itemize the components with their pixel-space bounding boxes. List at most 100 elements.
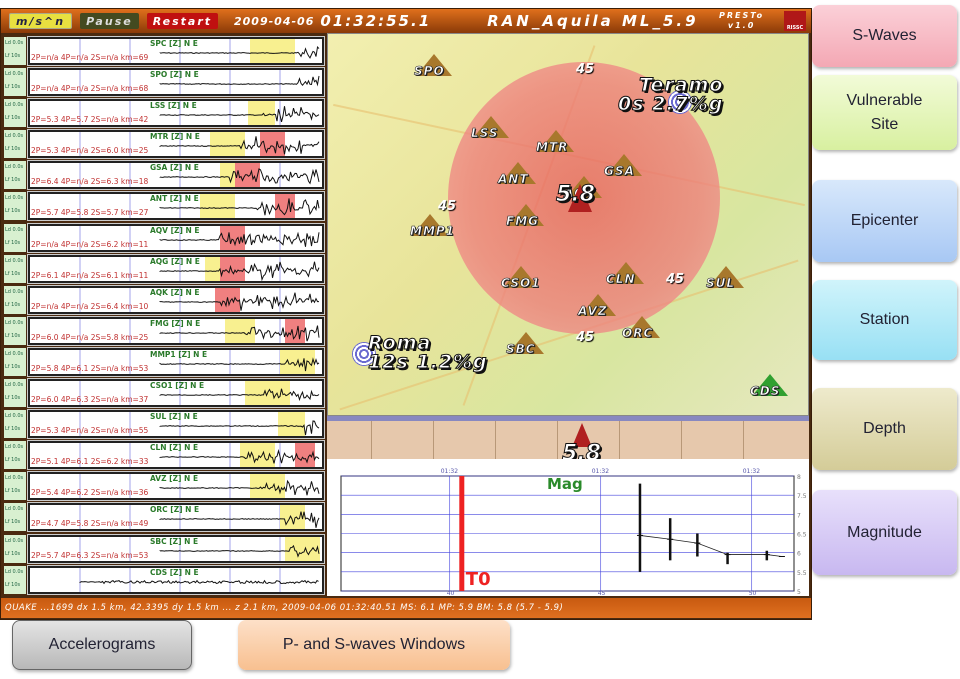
station-label: CSO1 [501,276,541,291]
ld-label: Ld 0.0s [5,288,24,295]
filter-label: Ld 0.0s Lf 10s [4,503,26,532]
waveform-trace[interactable]: AQK [Z] N E 2P=n/a 4P=n/a 2S=6.4 km=10 [27,284,325,315]
ld-label: Ld 0.0s [5,71,24,78]
accelerogram-row[interactable]: Ld 0.0s Lf 10s SPC [Z] N E 2P=n/a 4P=n/a 2… [4,36,326,68]
waveform-trace[interactable]: FMG [Z] N E 2P=6.0 4P=n/a 2S=5.8 km=25 [27,315,325,346]
accelerogram-row[interactable]: Ld 0.0s Lf 10s AVZ [Z] N E 2P=5.4 4P=6.2 2… [4,471,326,503]
p-wave-window [205,256,220,281]
accelerogram-row[interactable]: Ld 0.0s Lf 10s ANT [Z] N E 2P=5.7 4P=5.8 2… [4,191,326,223]
filter-label: Ld 0.0s Lf 10s [4,379,26,408]
app-name-text: PRESTo [719,11,765,20]
callout-accelerograms: Accelerograms [12,620,192,670]
t0-marker [459,476,465,591]
waveform-trace[interactable]: SBC [Z] N E 2P=5.7 4P=6.3 2S=n/a km=53 [27,533,325,564]
map-view[interactable]: SPO LSS MTR ANT AQV GSA FMG MMP1 CSO1 CLN SUL AVZ OR… [327,33,809,416]
accelerogram-row[interactable]: Ld 0.0s Lf 10s MMP1 [Z] N E 2P=5.8 4P=6.1 … [4,346,326,379]
accelerogram-row[interactable]: Ld 0.0s Lf 10s SPO [Z] N E 2P=n/a 4P=n/a 2… [4,67,326,99]
waveform-trace[interactable]: SPC [Z] N E 2P=n/a 4P=n/a 2S=n/a km=69 [27,36,325,66]
waveform-trace[interactable]: MTR [Z] N E 2P=5.3 4P=n/a 2S=6.0 km=25 [27,129,325,160]
restart-button[interactable]: Restart [146,13,218,29]
waveform [159,480,320,496]
depth-gridline [681,421,682,459]
waveform-trace[interactable]: ANT [Z] N E 2P=5.7 4P=5.8 2S=5.7 km=27 [27,191,325,222]
y-tick-label: 5.5 [797,570,807,577]
filter-label: Ld 0.0s Lf 10s [4,441,26,470]
x-top-label: 01:32 [743,468,760,475]
waveform-trace[interactable]: CSO1 [Z] N E 2P=6.0 4P=6.3 2S=n/a km=37 [27,378,325,409]
station-name: CLN [Z] N E [150,443,199,453]
lf-label: Lf 10s [5,426,21,433]
station-name: AQV [Z] N E [150,225,200,235]
accelerogram-row[interactable]: Ld 0.0s Lf 10s FMG [Z] N E 2P=6.0 4P=n/a 2… [4,315,326,347]
waveform-trace[interactable]: AQV [Z] N E 2P=n/a 4P=n/a 2S=6.2 km=11 [27,222,325,253]
distance-label: 45 [438,199,457,214]
accelerogram-row[interactable]: Ld 0.0s Lf 10s MTR [Z] N E 2P=5.3 4P=n/a 2… [4,129,326,161]
waveform-trace[interactable]: LSS [Z] N E 2P=5.3 4P=5.7 2S=n/a km=42 [27,98,325,129]
accelerogram-row[interactable]: Ld 0.0s Lf 10s GSA [Z] N E 2P=6.4 4P=n/a 2… [4,160,326,192]
accelerogram-row[interactable]: Ld 0.0s Lf 10s AQK [Z] N E 2P=n/a 4P=n/a 2… [4,284,326,316]
accelerogram-row[interactable]: Ld 0.0s Lf 10s AQV [Z] N E 2P=n/a 4P=n/a 2… [4,222,326,254]
waveform-trace[interactable]: CDS [Z] N E [27,564,325,595]
station-label: FMG [506,214,539,229]
waveform-trace[interactable]: SUL [Z] N E 2P=5.3 4P=n/a 2S=n/a km=55 [27,409,325,440]
station-params: 2P=5.7 4P=5.8 2S=5.7 km=27 [31,208,149,218]
distance-label: 45 [666,272,685,287]
filter-label: Ld 0.0s Lf 10s [4,316,26,345]
event-date: 2009-04-06 [234,14,315,28]
filter-label: Ld 0.0s Lf 10s [4,347,26,376]
ld-label: Ld 0.0s [5,568,24,575]
x-tick-label: 50 [749,590,757,596]
station-name: SUL [Z] N E [150,412,198,422]
magnitude-chart: 5 5.5 6 6.5 7 7.5 8 40 01:32 45 01:32 50 01:32 T0 Mag [327,459,809,597]
waveform-trace[interactable]: AQG [Z] N E 2P=6.1 4P=n/a 2S=6.1 km=11 [27,253,325,284]
lf-label: Lf 10s [5,332,21,339]
waveform-trace[interactable]: SPO [Z] N E 2P=n/a 4P=n/a 2S=n/a km=68 [27,67,325,98]
waveform-trace[interactable]: ORC [Z] N E 2P=4.7 4P=5.8 2S=n/a km=49 [27,502,325,533]
accelerogram-row[interactable]: Ld 0.0s Lf 10s AQG [Z] N E 2P=6.1 4P=n/a 2… [4,253,326,285]
accelerogram-row[interactable]: Ld 0.0s Lf 10s LSS [Z] N E 2P=5.3 4P=5.7 2… [4,98,326,130]
p-wave-window [200,194,235,219]
waveform-trace[interactable]: GSA [Z] N E 2P=6.4 4P=n/a 2S=6.3 km=18 [27,160,325,191]
waveform-trace[interactable]: CLN [Z] N E 2P=5.1 4P=6.1 2S=6.2 km=33 [27,440,325,471]
lf-label: Lf 10s [5,177,21,184]
waveform-trace[interactable]: MMP1 [Z] N E 2P=5.8 4P=6.1 2S=n/a km=53 [27,346,325,377]
waveform-trace[interactable]: AVZ [Z] N E 2P=5.4 4P=6.2 2S=n/a km=36 [27,471,325,502]
station-params: 2P=5.3 4P=n/a 2S=n/a km=55 [31,426,149,436]
accelerogram-row[interactable]: Ld 0.0s Lf 10s CSO1 [Z] N E 2P=6.0 4P=6.3 … [4,378,326,410]
callout-depth: Depth [812,388,957,470]
depth-gridline [557,421,558,459]
station-params: 2P=5.3 4P=5.7 2S=n/a km=42 [31,115,149,125]
accelerogram-list: Ld 0.0s Lf 10s SPC [Z] N E 2P=n/a 4P=n/a 2… [4,36,326,596]
lf-label: Lf 10s [5,146,21,153]
accelerogram-row[interactable]: Ld 0.0s Lf 10s ORC [Z] N E 2P=4.7 4P=5.8 2… [4,502,326,534]
station-name: ANT [Z] N E [150,194,199,204]
units-button[interactable]: m/s^n [9,13,73,29]
s-wave-window [215,287,240,312]
accelerogram-row[interactable]: Ld 0.0s Lf 10s CDS [Z] N E [4,564,326,596]
station-label: ANT [498,172,529,187]
station-name: AVZ [Z] N E [150,474,199,484]
chart-title: Mag [547,475,583,493]
station-params: 2P=n/a 4P=n/a 2S=6.2 km=11 [31,239,149,249]
callout-vulnerable-site: Vulnerable Site [812,75,957,150]
lf-label: Lf 10s [5,301,21,308]
y-tick-label: 8 [797,474,801,481]
lf-label: Lf 10s [5,457,21,464]
lf-label: Lf 10s [5,84,21,91]
lf-label: Lf 10s [5,239,21,246]
p-wave-window [278,412,305,437]
y-tick-label: 6.5 [797,532,807,539]
x-tick-label: 45 [598,590,606,596]
ld-label: Ld 0.0s [5,506,24,513]
depth-gridline [433,421,434,459]
filter-label: Ld 0.0s Lf 10s [4,410,26,439]
accelerogram-row[interactable]: Ld 0.0s Lf 10s CLN [Z] N E 2P=5.1 4P=6.1 2… [4,440,326,472]
p-wave-window [248,101,275,126]
station-name: LSS [Z] N E [150,101,197,111]
accelerogram-row[interactable]: Ld 0.0s Lf 10s SUL [Z] N E 2P=5.3 4P=n/a 2… [4,409,326,441]
accelerogram-row[interactable]: Ld 0.0s Lf 10s SBC [Z] N E 2P=5.7 4P=6.3 2… [4,533,326,565]
ld-label: Ld 0.0s [5,164,24,171]
callout-s-waves: S-Waves [812,5,957,67]
pause-button[interactable]: Pause [80,13,139,29]
ld-label: Ld 0.0s [5,444,24,451]
